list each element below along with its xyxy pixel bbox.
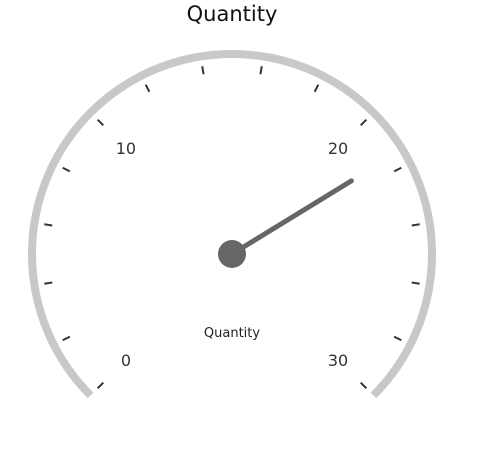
gauge-tick-26 (411, 281, 420, 285)
gauge-tick-6 (44, 223, 53, 227)
gauge-title: Quantity (186, 2, 278, 26)
gauge-tick-0 (96, 381, 105, 390)
tick-label-10: 10 (116, 139, 136, 158)
gauge-tick-14 (201, 66, 205, 75)
tick-label-30: 30 (328, 351, 348, 370)
gauge-tick-18 (313, 84, 320, 93)
gauge-svg: 0 10 20 30 (28, 50, 436, 399)
gauge-tick-8 (62, 166, 71, 173)
gauge-tick-20 (359, 118, 368, 127)
gauge-tick-30 (359, 381, 368, 390)
gauge-tick-12 (144, 84, 151, 93)
gauge-tick-10 (96, 118, 105, 127)
gauge-needle (229, 178, 354, 257)
tick-label-20: 20 (328, 139, 348, 158)
gauge-widget: Quantity 0 10 20 30 Quantity (0, 0, 484, 455)
tick-label-0: 0 (121, 351, 131, 370)
gauge-tick-16 (259, 66, 263, 75)
gauge-tick-24 (411, 223, 420, 227)
gauge-hub (218, 240, 246, 268)
gauge-arc (28, 50, 436, 399)
gauge-tick-22 (393, 166, 402, 173)
gauge-caption: Quantity (203, 326, 261, 341)
gauge-tick-4 (44, 281, 53, 285)
